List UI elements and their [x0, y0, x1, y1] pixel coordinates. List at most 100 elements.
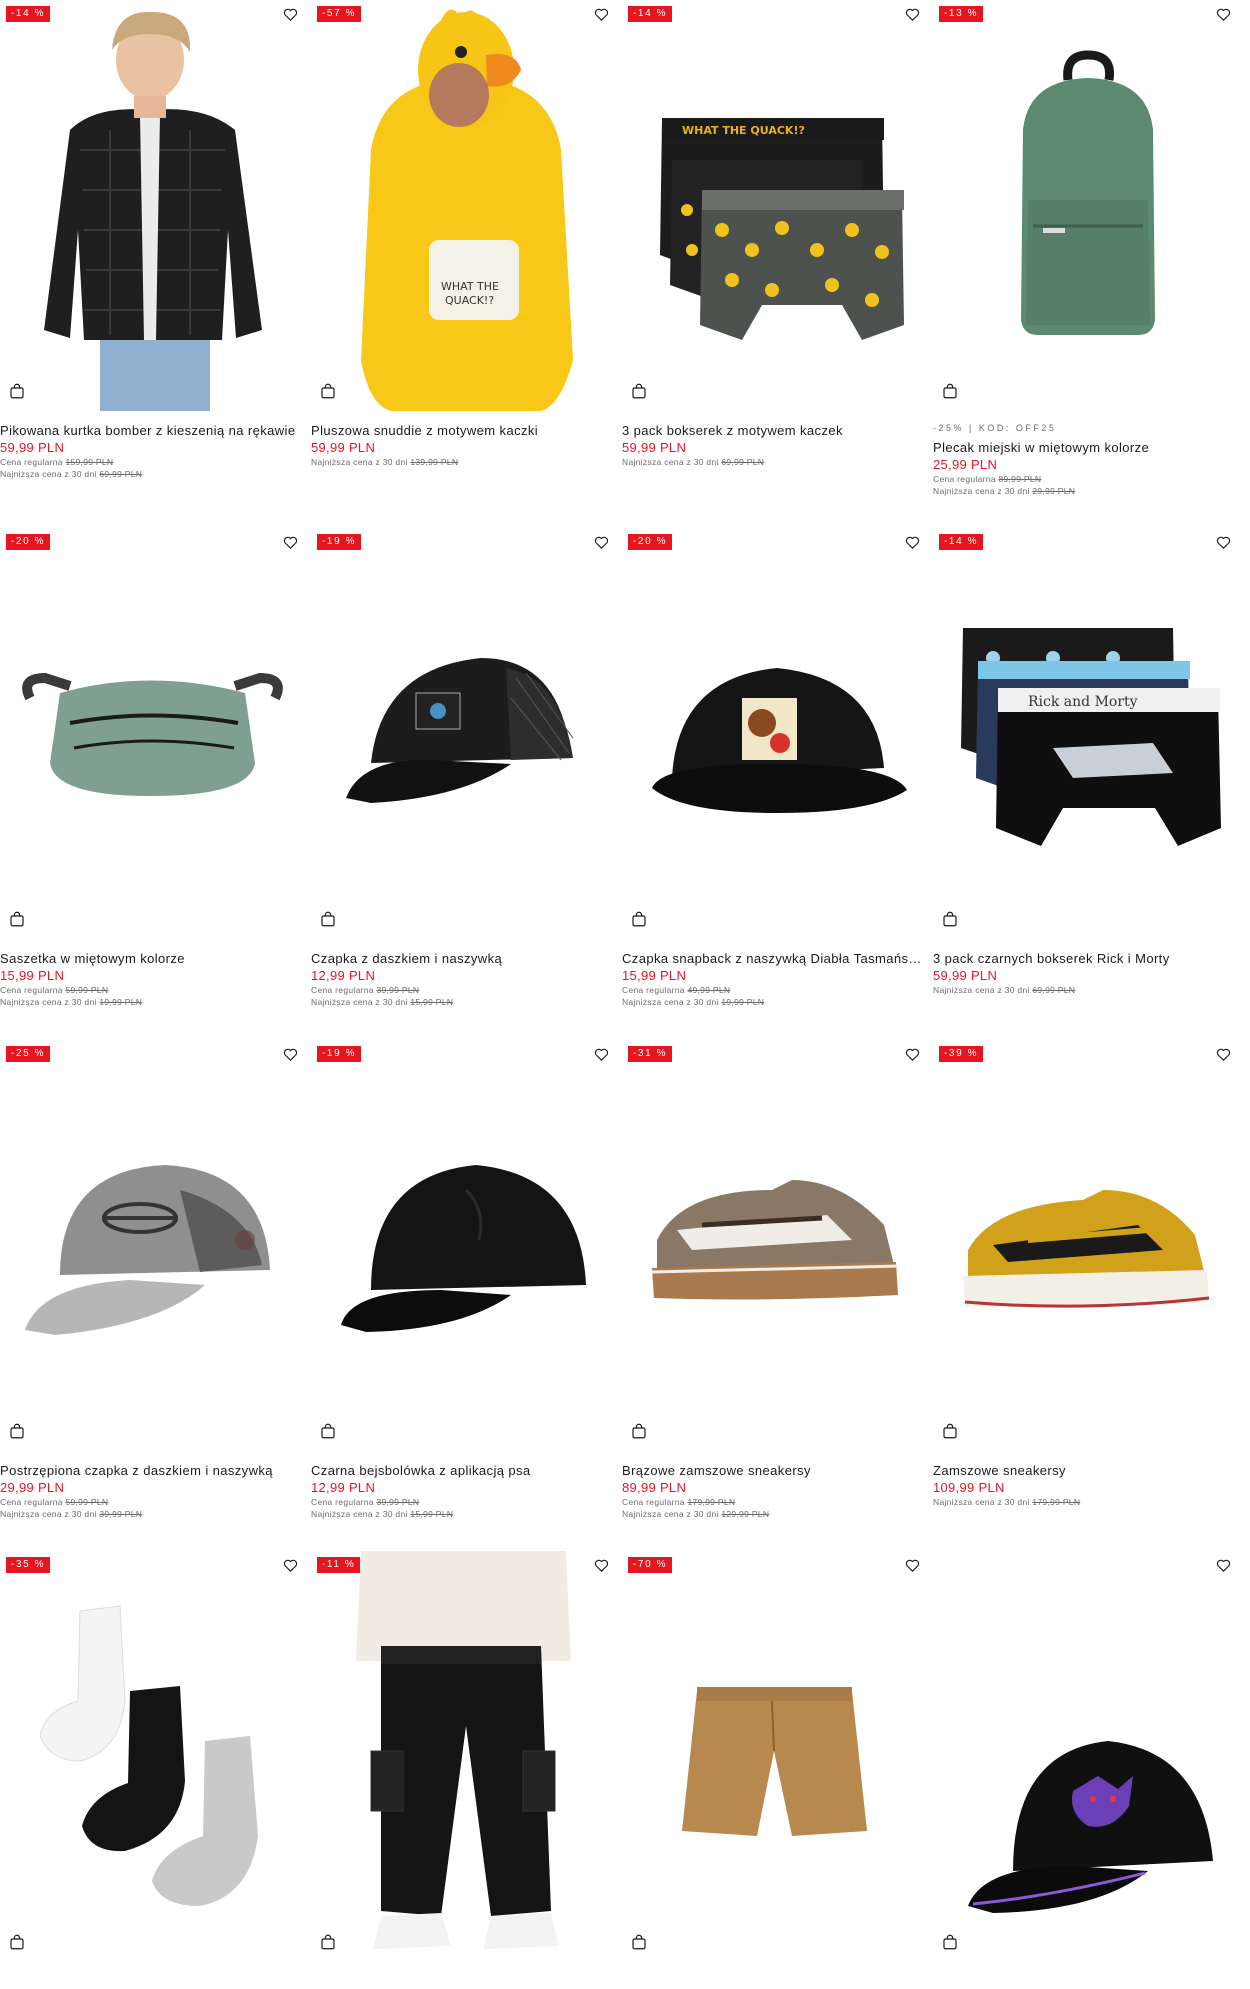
product-image[interactable]	[311, 528, 616, 939]
product-price: 59,99 PLN	[311, 440, 376, 455]
product-card[interactable]: -13 % -25% | KOD: OFF25 Plecak miejski w m…	[933, 0, 1238, 520]
discount-badge: -20 %	[628, 534, 673, 550]
shopping-bag-icon[interactable]	[8, 382, 26, 400]
shopping-bag-icon[interactable]	[8, 1422, 26, 1440]
product-title[interactable]: Pluszowa snuddie z motywem kaczki	[311, 422, 616, 439]
product-title[interactable]: Czarna bejsbolówka z aplikacją psa	[311, 1462, 616, 1479]
discount-badge: -19 %	[317, 534, 362, 550]
heart-icon[interactable]	[1215, 1557, 1232, 1574]
shopping-bag-icon[interactable]	[319, 382, 337, 400]
shopping-bag-icon[interactable]	[941, 1933, 959, 1951]
regular-price-label: Cena regularna	[0, 457, 63, 467]
product-image[interactable]: Rick and Morty	[933, 528, 1238, 939]
product-title[interactable]: Postrzępiona czapka z daszkiem i naszywk…	[0, 1462, 305, 1479]
product-card[interactable]: -20 % Czapka snapback z naszywką Diabła T…	[622, 528, 927, 1048]
lowest-price-value: 39,99 PLN	[99, 1509, 143, 1519]
lowest-price: Najniższa cena z 30 dni 129,99 PLN	[622, 1508, 927, 1520]
shopping-bag-icon[interactable]	[319, 910, 337, 928]
heart-icon[interactable]	[593, 6, 610, 23]
regular-price-label: Cena regularna	[311, 1497, 374, 1507]
product-photo	[0, 1040, 305, 1451]
product-card[interactable]: WHAT THE QUACK!? -57 % Pluszowa snuddie z…	[311, 0, 616, 520]
product-card[interactable]: -39 % Zamszowe sneakersy 109,99 PLN Najniżs…	[933, 1040, 1238, 1560]
shopping-bag-icon[interactable]	[319, 1422, 337, 1440]
shopping-bag-icon[interactable]	[630, 910, 648, 928]
lowest-price: Najniższa cena z 30 dni 69,99 PLN	[622, 456, 927, 468]
product-title[interactable]: Czapka z daszkiem i naszywką	[311, 950, 616, 967]
product-title[interactable]: Czapka snapback z naszywką Diabła Tasmań…	[622, 950, 927, 967]
shopping-bag-icon[interactable]	[319, 1933, 337, 1951]
promo-code: -25% | KOD: OFF25	[933, 423, 1057, 433]
shopping-bag-icon[interactable]	[941, 910, 959, 928]
heart-icon[interactable]	[904, 534, 921, 551]
product-image[interactable]	[933, 1551, 1238, 1962]
lowest-price-value: 19,99 PLN	[721, 997, 765, 1007]
product-photo	[0, 528, 305, 939]
product-image[interactable]	[622, 528, 927, 939]
heart-icon[interactable]	[1215, 534, 1232, 551]
heart-icon[interactable]	[904, 6, 921, 23]
product-info: Czarna bejsbolówka z aplikacją psa 12,99 …	[311, 1462, 616, 1520]
lowest-price: Najniższa cena z 30 dni 15,99 PLN	[311, 996, 616, 1008]
shopping-bag-icon[interactable]	[8, 1933, 26, 1951]
product-card[interactable]: -19 % Czapka z daszkiem i naszywką 12,99 P…	[311, 528, 616, 1048]
regular-price: Cena regularna 49,99 PLN	[622, 984, 927, 996]
product-image[interactable]	[622, 1040, 927, 1451]
product-card[interactable]: -25 % Postrzępiona czapka z daszkiem i na…	[0, 1040, 305, 1560]
heart-icon[interactable]	[593, 1557, 610, 1574]
product-image[interactable]: WHAT THE QUACK!?	[622, 0, 927, 411]
heart-icon[interactable]	[1215, 6, 1232, 23]
heart-icon[interactable]	[904, 1557, 921, 1574]
product-image[interactable]	[933, 1040, 1238, 1451]
product-image[interactable]	[0, 528, 305, 939]
product-title[interactable]: 3 pack czarnych bokserek Rick i Morty	[933, 950, 1238, 967]
shopping-bag-icon[interactable]	[630, 382, 648, 400]
discount-badge: -13 %	[939, 6, 984, 22]
product-card[interactable]: WHAT THE QUACK!? -14 % 3 pack bokserek z …	[622, 0, 927, 520]
product-title[interactable]: Brązowe zamszowe sneakersy	[622, 1462, 927, 1479]
shopping-bag-icon[interactable]	[630, 1422, 648, 1440]
product-image[interactable]	[0, 0, 305, 411]
heart-icon[interactable]	[593, 534, 610, 551]
shopping-bag-icon[interactable]	[941, 382, 959, 400]
shopping-bag-icon[interactable]	[941, 1422, 959, 1440]
product-photo: Rick and Morty	[933, 528, 1238, 939]
discount-badge: -20 %	[6, 534, 51, 550]
product-title[interactable]: Plecak miejski w miętowym kolorze	[933, 439, 1238, 456]
product-card[interactable]: Rick and Morty -14 % 3 pack czarnych boks…	[933, 528, 1238, 1048]
product-card[interactable]: -11 %	[311, 1551, 616, 1989]
product-card[interactable]: -35 %	[0, 1551, 305, 1989]
product-image[interactable]	[311, 1040, 616, 1451]
heart-icon[interactable]	[904, 1046, 921, 1063]
product-card[interactable]	[933, 1551, 1238, 1989]
product-image[interactable]	[0, 1040, 305, 1451]
regular-price: Cena regularna 89,99 PLN	[933, 473, 1238, 485]
heart-icon[interactable]	[282, 1046, 299, 1063]
heart-icon[interactable]	[593, 1046, 610, 1063]
product-image[interactable]	[0, 1551, 305, 1962]
heart-icon[interactable]	[282, 1557, 299, 1574]
lowest-price-value: 19,99 PLN	[99, 997, 143, 1007]
product-card[interactable]: -31 % Brązowe zamszowe sneakersy 89,99 PLN…	[622, 1040, 927, 1560]
product-title[interactable]: Zamszowe sneakersy	[933, 1462, 1238, 1479]
product-title[interactable]: Pikowana kurtka bomber z kieszenią na rę…	[0, 422, 305, 439]
shopping-bag-icon[interactable]	[630, 1933, 648, 1951]
product-card[interactable]: -70 %	[622, 1551, 927, 1989]
product-image[interactable]: WHAT THE QUACK!?	[311, 0, 616, 411]
heart-icon[interactable]	[282, 6, 299, 23]
product-image[interactable]	[933, 0, 1238, 411]
product-card[interactable]: -14 % Pikowana kurtka bomber z kieszenią …	[0, 0, 305, 520]
product-photo: WHAT THE QUACK!?	[622, 0, 927, 411]
product-title[interactable]: 3 pack bokserek z motywem kaczek	[622, 422, 927, 439]
product-image[interactable]	[622, 1551, 927, 1962]
product-card[interactable]: -20 % Saszetka w miętowym kolorze 15,99 PL…	[0, 528, 305, 1048]
product-title[interactable]: Saszetka w miętowym kolorze	[0, 950, 305, 967]
product-card[interactable]: -19 % Czarna bejsbolówka z aplikacją psa 1…	[311, 1040, 616, 1560]
product-price: 12,99 PLN	[311, 1480, 376, 1495]
lowest-price-value: 69,99 PLN	[721, 457, 765, 467]
product-image[interactable]	[311, 1551, 616, 1962]
heart-icon[interactable]	[1215, 1046, 1232, 1063]
product-price: 29,99 PLN	[0, 1480, 65, 1495]
heart-icon[interactable]	[282, 534, 299, 551]
shopping-bag-icon[interactable]	[8, 910, 26, 928]
